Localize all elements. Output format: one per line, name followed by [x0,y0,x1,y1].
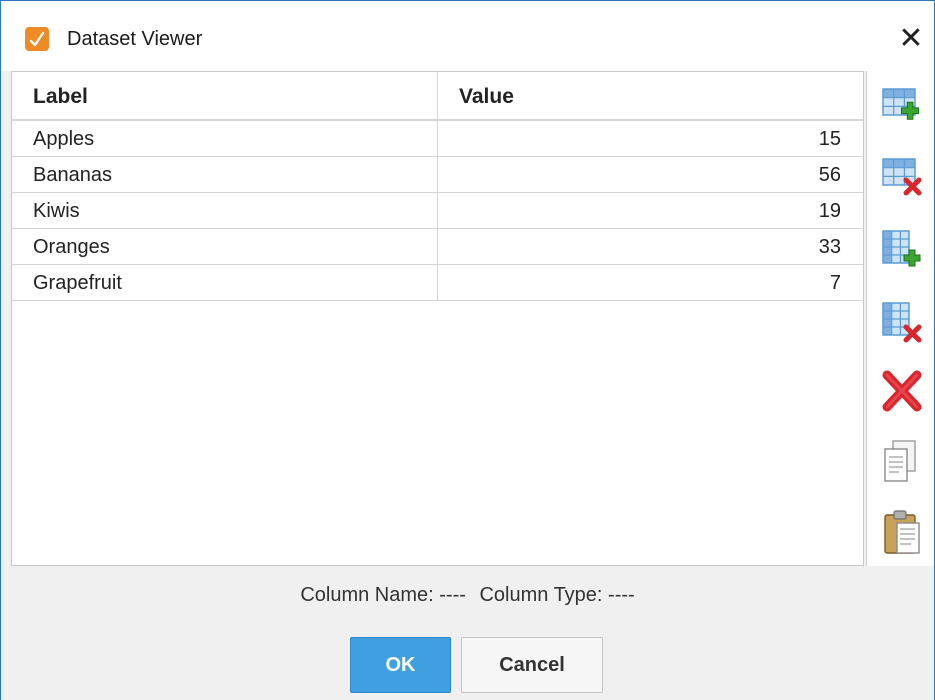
label-cell[interactable]: Grapefruit [33,265,122,301]
cell-divider [437,265,438,301]
remove-column-icon[interactable] [879,153,925,201]
column-name-text: Column Name: ---- [300,584,466,606]
cell-divider [437,193,438,229]
value-cell[interactable]: 33 [819,229,841,265]
paste-icon[interactable] [879,507,925,555]
table-body: Apples 15 Bananas 56 Kiwis 19 Oranges 33… [12,121,863,301]
title-bar: Dataset Viewer ✕ [1,1,934,71]
column-info-status: Column Name: ---- Column Type: ---- [1,584,934,607]
dataset-viewer-app-icon [25,27,49,51]
add-column-icon[interactable] [879,83,925,131]
delete-icon[interactable] [879,367,925,415]
cancel-button[interactable]: Cancel [461,637,603,693]
table-row[interactable]: Oranges 33 [12,229,863,265]
label-cell[interactable]: Oranges [33,229,110,265]
table-row[interactable]: Apples 15 [12,121,863,157]
column-type-text: Column Type: ---- [479,584,635,606]
copy-icon[interactable] [879,437,925,485]
label-cell[interactable]: Bananas [33,157,112,193]
cell-divider [437,157,438,193]
label-cell[interactable]: Apples [33,121,94,157]
table-row[interactable]: Kiwis 19 [12,193,863,229]
add-row-icon[interactable] [879,225,925,273]
value-cell[interactable]: 7 [830,265,841,301]
cell-divider [437,229,438,265]
dataset-table[interactable]: Label Value Apples 15 Bananas 56 Kiwis 1… [11,71,864,566]
remove-row-icon[interactable] [879,297,925,345]
side-toolbar [866,71,934,566]
column-header-label[interactable]: Label [33,72,88,121]
cell-divider [437,121,438,157]
ok-button[interactable]: OK [350,637,451,693]
value-cell[interactable]: 56 [819,157,841,193]
column-header-value[interactable]: Value [459,72,514,121]
value-cell[interactable]: 19 [819,193,841,229]
value-cell[interactable]: 15 [819,121,841,157]
window-title: Dataset Viewer [67,28,203,50]
table-row[interactable]: Grapefruit 7 [12,265,863,301]
dataset-viewer-window: Dataset Viewer ✕ Label Value Apples 15 B… [0,0,935,700]
table-header: Label Value [12,72,863,121]
close-icon[interactable]: ✕ [891,19,931,59]
label-cell[interactable]: Kiwis [33,193,80,229]
table-row[interactable]: Bananas 56 [12,157,863,193]
column-divider[interactable] [437,72,438,121]
